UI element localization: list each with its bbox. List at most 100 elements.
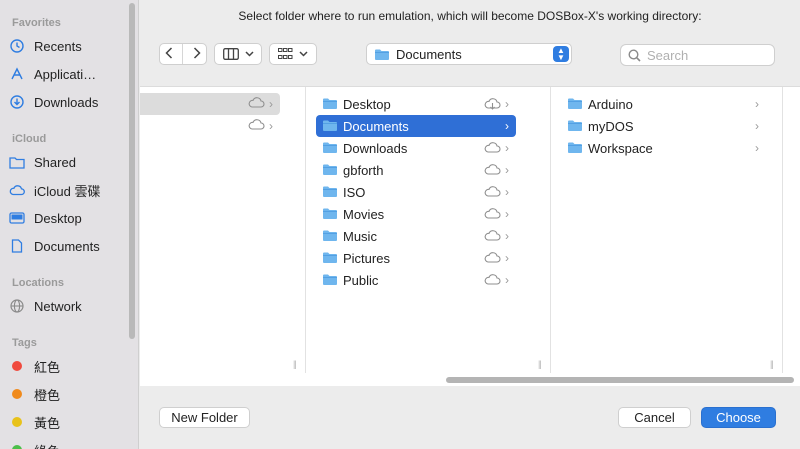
document-icon bbox=[8, 239, 26, 253]
chevron-right-icon: › bbox=[505, 229, 509, 243]
folder-name: gbforth bbox=[343, 162, 384, 178]
sidebar-item-label: Desktop bbox=[34, 210, 82, 226]
folder-icon bbox=[322, 185, 338, 201]
tag-dot-icon bbox=[12, 445, 22, 449]
sidebar-item-documents[interactable]: Documents bbox=[8, 234, 126, 258]
new-folder-button[interactable]: New Folder bbox=[159, 407, 250, 428]
chevron-right-icon: › bbox=[505, 185, 509, 199]
sidebar-item-recents[interactable]: Recents bbox=[8, 34, 126, 58]
list-item-folder[interactable]: myDOS › bbox=[561, 115, 766, 137]
list-item-folder[interactable]: Desktop › bbox=[316, 93, 516, 115]
chevron-right-icon: › bbox=[505, 163, 509, 177]
chevron-right-icon: › bbox=[755, 141, 759, 155]
sidebar-item-label: Recents bbox=[34, 38, 82, 54]
folder-name: Workspace bbox=[588, 140, 653, 156]
list-item-folder[interactable]: Pictures › bbox=[316, 247, 516, 269]
sidebar-item-label: Shared bbox=[34, 154, 76, 170]
back-button[interactable] bbox=[165, 46, 173, 62]
search-placeholder: Search bbox=[647, 47, 689, 63]
chevron-right-icon bbox=[194, 46, 201, 59]
folder-name: Public bbox=[343, 272, 379, 288]
view-mode-button[interactable] bbox=[214, 43, 262, 65]
folder-icon bbox=[322, 229, 338, 245]
folder-icon bbox=[322, 119, 338, 135]
section-locations: Locations bbox=[12, 277, 64, 289]
section-favorites: Favorites bbox=[12, 17, 61, 29]
sidebar-item-label: 黃色 bbox=[34, 415, 61, 431]
chevron-down-icon bbox=[244, 51, 254, 57]
cloud-icon bbox=[248, 119, 265, 133]
choose-button[interactable]: Choose bbox=[701, 407, 776, 428]
list-item-folder[interactable]: Workspace › bbox=[561, 137, 766, 159]
sidebar-tag-yellow[interactable]: 黃色 bbox=[8, 410, 126, 434]
network-icon bbox=[8, 299, 26, 313]
search-icon bbox=[628, 48, 641, 62]
folder-name: Desktop bbox=[343, 96, 391, 112]
folder-icon bbox=[322, 141, 338, 157]
sidebar-item-icloud-drive[interactable]: iCloud 雲碟 bbox=[8, 178, 126, 202]
chevron-left-icon bbox=[165, 46, 172, 59]
cloud-icon bbox=[484, 186, 501, 200]
sidebar-tag-orange[interactable]: 橙色 bbox=[8, 382, 126, 406]
updown-arrows-icon: ▲ ▼ bbox=[553, 46, 569, 62]
sidebar-item-label: Applicati… bbox=[34, 66, 97, 82]
folder-name: Documents bbox=[343, 118, 409, 134]
column-browser: › › || || Desktop › Documents › Downloads › gb… bbox=[140, 86, 800, 386]
list-item[interactable]: › bbox=[140, 115, 280, 137]
dialog-prompt: Select folder where to run emulation, wh… bbox=[238, 9, 702, 23]
chevron-right-icon: › bbox=[269, 97, 273, 111]
list-item-folder[interactable]: Arduino › bbox=[561, 93, 766, 115]
chevron-right-icon: › bbox=[269, 119, 273, 133]
horizontal-scrollbar[interactable] bbox=[446, 377, 794, 383]
folder-icon bbox=[322, 163, 338, 179]
tag-dot-icon bbox=[12, 361, 22, 371]
folder-name: Music bbox=[343, 228, 377, 244]
search-field[interactable]: Search bbox=[620, 44, 775, 66]
chevron-right-icon: › bbox=[505, 251, 509, 265]
sidebar-item-label: Documents bbox=[34, 238, 100, 254]
folder-icon bbox=[567, 119, 583, 135]
list-item-folder[interactable]: ISO › bbox=[316, 181, 516, 203]
list-item-folder[interactable]: Documents › bbox=[316, 115, 516, 137]
chevron-right-icon: › bbox=[755, 97, 759, 111]
location-popup[interactable]: Documents ▲ ▼ bbox=[366, 43, 572, 65]
column-resize-handle[interactable]: || bbox=[293, 359, 297, 369]
column-resize-handle[interactable]: || bbox=[770, 359, 774, 369]
group-button[interactable] bbox=[269, 43, 317, 65]
section-icloud: iCloud bbox=[12, 133, 47, 145]
sidebar-item-label: 紅色 bbox=[34, 359, 61, 375]
sidebar-item-network[interactable]: Network bbox=[8, 294, 126, 318]
chevron-right-icon: › bbox=[755, 119, 759, 133]
tag-dot-icon bbox=[12, 417, 22, 427]
list-item-folder[interactable]: Public › bbox=[316, 269, 516, 291]
sidebar-item-shared[interactable]: Shared bbox=[8, 150, 126, 174]
column-1: › › || bbox=[140, 87, 306, 373]
download-icon bbox=[8, 95, 26, 109]
list-item-folder[interactable]: gbforth › bbox=[316, 159, 516, 181]
list-item-folder[interactable]: Movies › bbox=[316, 203, 516, 225]
sidebar-scrollbar[interactable] bbox=[129, 3, 135, 339]
cancel-button[interactable]: Cancel bbox=[618, 407, 691, 428]
chevron-right-icon: › bbox=[505, 273, 509, 287]
column-resize-handle[interactable]: || bbox=[538, 359, 542, 369]
grid-icon bbox=[278, 48, 293, 59]
column-2: || Desktop › Documents › Downloads › gbforth › I… bbox=[306, 87, 551, 373]
folder-icon bbox=[322, 97, 338, 113]
folder-name: Pictures bbox=[343, 250, 390, 266]
cloud-icon bbox=[484, 230, 501, 244]
sidebar-item-applications[interactable]: Applicati… bbox=[8, 62, 126, 86]
sidebar-tag-red[interactable]: 紅色 bbox=[8, 354, 126, 378]
list-item[interactable]: › bbox=[140, 93, 280, 115]
sidebar-item-label: iCloud 雲碟 bbox=[34, 183, 101, 199]
list-item-folder[interactable]: Downloads › bbox=[316, 137, 516, 159]
cloud-icon bbox=[484, 164, 501, 178]
sidebar-tag-green[interactable]: 綠色 bbox=[8, 438, 126, 449]
list-item-folder[interactable]: Music › bbox=[316, 225, 516, 247]
nav-buttons bbox=[159, 43, 207, 65]
sidebar-item-downloads[interactable]: Downloads bbox=[8, 90, 126, 114]
columns-view-icon bbox=[222, 48, 239, 60]
cloud-icon bbox=[484, 142, 501, 156]
folder-icon bbox=[567, 97, 583, 113]
forward-button[interactable] bbox=[193, 46, 201, 62]
sidebar-item-desktop[interactable]: Desktop bbox=[8, 206, 126, 230]
